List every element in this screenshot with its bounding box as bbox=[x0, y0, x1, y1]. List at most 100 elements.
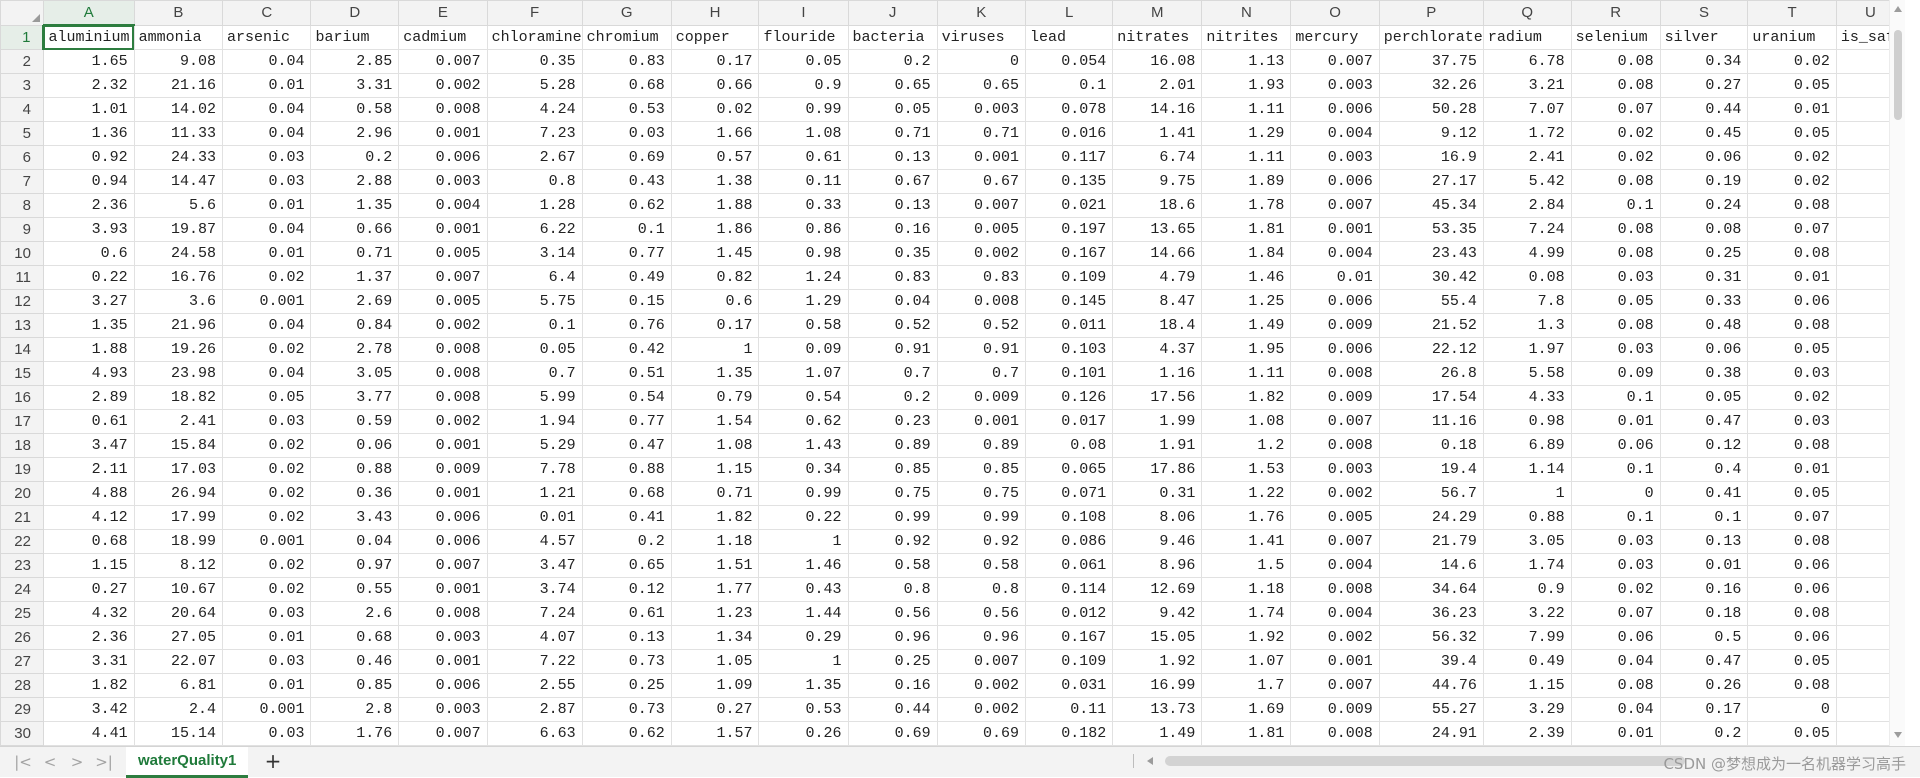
cell[interactable]: 0.53 bbox=[581, 97, 672, 122]
cell[interactable]: 0.9 bbox=[758, 73, 849, 98]
cell[interactable]: 0.01 bbox=[486, 505, 583, 530]
cell[interactable]: 0.007 bbox=[398, 721, 488, 746]
cell[interactable]: 0.06 bbox=[1570, 433, 1661, 458]
cell[interactable]: 0.1 bbox=[1024, 73, 1114, 98]
cell[interactable]: 0.114 bbox=[1024, 577, 1114, 602]
cell[interactable]: 0.83 bbox=[581, 49, 672, 74]
cell[interactable]: 0.167 bbox=[1024, 241, 1114, 266]
header-cell[interactable]: radium bbox=[1482, 24, 1572, 50]
cell[interactable]: 0.002 bbox=[398, 313, 488, 338]
cell[interactable]: 0.33 bbox=[1659, 289, 1749, 314]
cell[interactable]: 1.78 bbox=[1201, 193, 1292, 218]
cell[interactable]: 0.04 bbox=[222, 217, 312, 242]
cell[interactable]: 1.37 bbox=[310, 265, 400, 290]
cell[interactable]: 0.52 bbox=[847, 313, 938, 338]
cell[interactable]: 0 bbox=[1570, 481, 1661, 506]
cell[interactable]: 0.58 bbox=[847, 553, 938, 578]
cell[interactable]: 3.42 bbox=[42, 697, 135, 722]
cell[interactable]: 2.84 bbox=[1482, 193, 1572, 218]
cell[interactable]: 0.03 bbox=[1747, 409, 1837, 434]
cell[interactable]: 0 bbox=[1747, 697, 1837, 722]
cell[interactable]: 1.14 bbox=[1482, 457, 1572, 482]
cell[interactable]: 0.12 bbox=[1659, 433, 1749, 458]
cell[interactable]: 0.96 bbox=[847, 625, 938, 650]
cell[interactable]: 0.002 bbox=[398, 73, 488, 98]
cell[interactable]: 4.99 bbox=[1482, 241, 1572, 266]
cell[interactable]: 18.82 bbox=[133, 385, 224, 410]
cell[interactable]: 0.08 bbox=[1570, 73, 1661, 98]
sheet-tab-waterquality1[interactable]: waterQuality1 bbox=[126, 747, 249, 778]
cell[interactable]: 17.56 bbox=[1112, 385, 1203, 410]
cell[interactable]: 55.27 bbox=[1378, 697, 1484, 722]
cell[interactable]: 0.001 bbox=[398, 217, 488, 242]
cell[interactable]: 0.27 bbox=[1659, 73, 1749, 98]
column-header-k[interactable]: K bbox=[936, 0, 1027, 26]
column-header-f[interactable]: F bbox=[486, 0, 583, 26]
cell[interactable]: 14.6 bbox=[1378, 553, 1484, 578]
cell[interactable]: 1.81 bbox=[1201, 217, 1292, 242]
cell[interactable]: 0.001 bbox=[398, 121, 488, 146]
cell[interactable]: 0.001 bbox=[1290, 217, 1380, 242]
cell[interactable]: 1.15 bbox=[42, 553, 135, 578]
cell[interactable]: 2.01 bbox=[1112, 73, 1203, 98]
cell[interactable]: 0.76 bbox=[581, 313, 672, 338]
cell[interactable]: 0.08 bbox=[1482, 265, 1572, 290]
cell[interactable]: 3.22 bbox=[1482, 601, 1572, 626]
cell[interactable]: 0.008 bbox=[1290, 577, 1380, 602]
cell[interactable]: 0.13 bbox=[581, 625, 672, 650]
cell[interactable]: 2.96 bbox=[310, 121, 400, 146]
cell[interactable]: 3.77 bbox=[310, 385, 400, 410]
cell[interactable]: 1.41 bbox=[1201, 529, 1292, 554]
cell[interactable]: 0.99 bbox=[847, 505, 938, 530]
cell[interactable]: 17.03 bbox=[133, 457, 224, 482]
header-cell[interactable]: copper bbox=[670, 24, 760, 50]
cell[interactable]: 2.85 bbox=[310, 49, 400, 74]
cell[interactable]: 1.5 bbox=[1201, 553, 1292, 578]
cell[interactable]: 3.29 bbox=[1482, 697, 1572, 722]
cell[interactable]: 0.62 bbox=[758, 409, 849, 434]
cell[interactable]: 0.45 bbox=[1659, 121, 1749, 146]
cell[interactable]: 6.4 bbox=[486, 265, 583, 290]
cell[interactable]: 1.3 bbox=[1482, 313, 1572, 338]
cell[interactable]: 0.005 bbox=[1290, 505, 1380, 530]
cell[interactable]: 0.003 bbox=[398, 697, 488, 722]
cell[interactable]: 1.72 bbox=[1482, 121, 1572, 146]
cell[interactable]: 0.08 bbox=[1570, 49, 1661, 74]
cell[interactable]: 0.103 bbox=[1024, 337, 1114, 362]
cell[interactable]: 0.021 bbox=[1024, 193, 1114, 218]
cell[interactable]: 18.4 bbox=[1112, 313, 1203, 338]
vertical-scrollbar[interactable] bbox=[1889, 0, 1905, 746]
cell[interactable]: 1.21 bbox=[486, 481, 583, 506]
cell[interactable]: 0.02 bbox=[1747, 145, 1837, 170]
cell[interactable]: 0.89 bbox=[847, 433, 938, 458]
header-cell[interactable]: silver bbox=[1659, 24, 1749, 50]
column-header-m[interactable]: M bbox=[1112, 0, 1203, 26]
cell[interactable]: 0.04 bbox=[222, 49, 312, 74]
cell[interactable]: 0.012 bbox=[1024, 601, 1114, 626]
cell[interactable]: 1.29 bbox=[1201, 121, 1292, 146]
cell[interactable]: 0.35 bbox=[847, 241, 938, 266]
cell[interactable]: 0.006 bbox=[398, 505, 488, 530]
cell[interactable]: 0.05 bbox=[1747, 73, 1837, 98]
cell[interactable]: 1.28 bbox=[486, 193, 583, 218]
cell[interactable]: 1.92 bbox=[1112, 649, 1203, 674]
cell[interactable]: 0.56 bbox=[936, 601, 1027, 626]
cell[interactable]: 0.65 bbox=[581, 553, 672, 578]
cell[interactable]: 0.16 bbox=[1659, 577, 1749, 602]
cell[interactable]: 0.001 bbox=[398, 433, 488, 458]
cell[interactable]: 26.94 bbox=[133, 481, 224, 506]
cell[interactable]: 0.46 bbox=[310, 649, 400, 674]
cell[interactable]: 0.001 bbox=[222, 529, 312, 554]
cell[interactable]: 22.12 bbox=[1378, 337, 1484, 362]
cell[interactable]: 0.02 bbox=[1570, 577, 1661, 602]
cell[interactable]: 0.1 bbox=[1570, 505, 1661, 530]
cell[interactable]: 0.61 bbox=[42, 409, 135, 434]
cell[interactable]: 0 bbox=[936, 49, 1027, 74]
row-header[interactable]: 15 bbox=[0, 361, 44, 386]
cell[interactable]: 0.01 bbox=[222, 73, 312, 98]
cell[interactable]: 0.67 bbox=[936, 169, 1027, 194]
cell[interactable]: 24.91 bbox=[1378, 721, 1484, 746]
cell[interactable]: 0.29 bbox=[758, 625, 849, 650]
cell[interactable]: 3.31 bbox=[310, 73, 400, 98]
cell[interactable]: 0.05 bbox=[847, 97, 938, 122]
